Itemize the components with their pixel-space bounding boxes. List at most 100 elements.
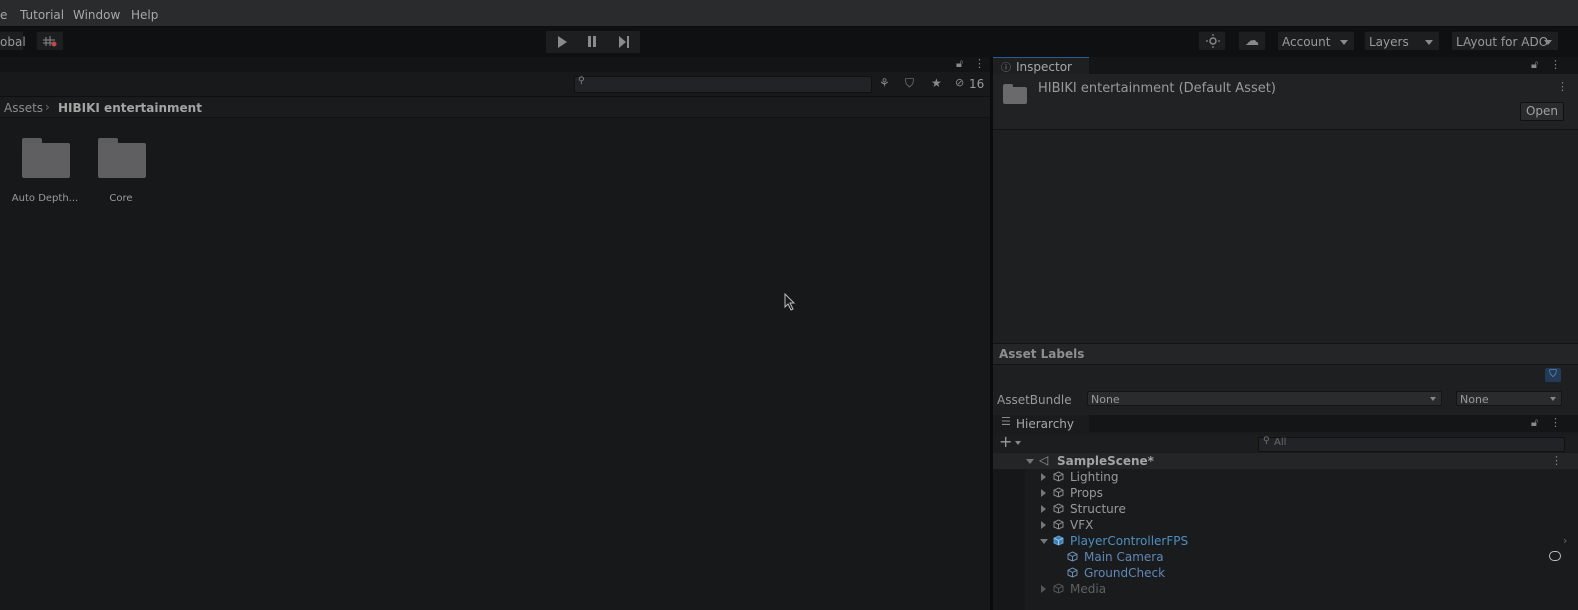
assetbundle-select[interactable]: None [1087,391,1442,406]
favorites-star-icon[interactable]: ★ [931,76,942,90]
hidden-packages-icon[interactable]: ⊘ [955,76,964,89]
hierarchy-panel: ☰ Hierarchy 🔓︎ ⋮ + ⚲ All ◁ SampleScene* … [993,415,1578,610]
assetbundle-variant-select[interactable]: None [1456,391,1562,406]
menu-window[interactable]: Window [73,8,120,22]
breadcrumb-separator-icon: › [45,100,50,114]
inspector-header: HIBIKI entertainment (Default Asset) ⋮ O… [993,74,1578,130]
hierarchy-item[interactable]: Lighting [993,469,1578,485]
chevron-down-icon[interactable] [1015,441,1021,445]
hierarchy-item-label: PlayerControllerFPS [1070,534,1189,548]
collapse-arrow-icon[interactable] [1041,505,1046,513]
step-icon[interactable] [619,36,626,48]
folder-label[interactable]: Core [81,193,161,204]
hierarchy-toolbar: + ⚲ All [993,432,1578,452]
hierarchy-item-label: GroundCheck [1084,566,1166,580]
asset-labels-header: Asset Labels [993,343,1578,365]
hierarchy-item[interactable]: VFX [993,517,1578,533]
assetbundle-value: None [1091,393,1120,406]
label-tag-icon[interactable]: ⛉ [1545,368,1561,382]
services-button[interactable] [1198,31,1226,51]
gameobject-cube-icon [1053,583,1064,594]
asset-title: HIBIKI entertainment (Default Asset) [1038,81,1276,96]
menu-bar: e Tutorial Window Help [0,0,1578,27]
gameobject-cube-icon [1053,471,1064,482]
hierarchy-item[interactable]: Structure [993,501,1578,517]
hierarchy-search-placeholder: All [1274,437,1287,448]
hierarchy-item-label: VFX [1070,518,1094,532]
collapse-arrow-icon[interactable] [1041,489,1046,497]
project-panel: 🔓︎ ⋮ ⚲ ⚘ ⛉ ★ ⊘ 16 Assets › HIBIKI entert… [0,57,990,610]
menu-help[interactable]: Help [131,8,158,22]
prefab-cube-icon [1053,535,1064,546]
account-dropdown[interactable]: Account [1277,31,1355,51]
hierarchy-item-prefab[interactable]: PlayerControllerFPS › [993,533,1578,549]
filter-by-type-icon[interactable]: ⚘ [879,76,890,90]
assetbundle-label: AssetBundle [997,393,1072,407]
folder-label[interactable]: Auto Depth... [5,193,85,204]
filter-by-label-icon[interactable]: ⛉ [905,76,914,91]
layout-dropdown[interactable]: LAyout for ADO [1451,31,1559,51]
playmode-controls [545,30,641,54]
scene-name: SampleScene* [1057,454,1154,468]
gameobject-cube-icon [1053,503,1064,514]
breadcrumb-current[interactable]: HIBIKI entertainment [58,101,202,115]
hierarchy-item-label: Structure [1070,502,1126,516]
kebab-menu-icon[interactable]: ⋮ [1550,58,1561,71]
cloud-button[interactable]: ☁ [1238,31,1266,51]
tab-inspector[interactable]: ⓘ Inspector [993,57,1089,75]
menu-tutorial[interactable]: Tutorial [20,8,64,22]
folder-icon[interactable] [22,138,70,178]
project-tab-bar: 🔓︎ ⋮ [0,57,990,72]
breadcrumb: Assets › HIBIKI entertainment [0,97,990,118]
hierarchy-item-label: Lighting [1070,470,1119,484]
collapse-arrow-icon[interactable] [1041,473,1046,481]
layers-label: Layers [1369,35,1409,49]
grid-snap-button[interactable] [36,31,64,51]
menu-file[interactable]: e [0,8,7,22]
gameobject-cube-icon [1067,551,1078,562]
inspector-tab-label: Inspector [1016,60,1072,74]
inspector-panel: ⓘ Inspector 🔓︎ ⋮ HIBIKI entertainment (D… [993,57,1578,415]
hierarchy-item[interactable]: GroundCheck [993,565,1578,581]
chevron-right-icon[interactable]: › [1563,533,1567,549]
scene-row[interactable]: ◁ SampleScene* ⋮ [993,453,1578,469]
asset-grid: Auto Depth... Core [0,117,990,610]
kebab-menu-icon[interactable]: ⋮ [1551,453,1562,469]
lock-icon[interactable]: 🔓︎ [1531,58,1538,72]
pause-icon[interactable] [588,36,591,47]
add-plus-icon[interactable]: + [999,432,1012,451]
global-toggle-button[interactable]: obal [0,31,26,51]
collapse-arrow-icon[interactable] [1041,585,1046,593]
tab-hierarchy[interactable]: ☰ Hierarchy [993,415,1089,432]
search-icon: ⚲ [1263,436,1270,446]
gameobject-cube-icon [1053,487,1064,498]
kebab-menu-icon[interactable]: ⋮ [1557,80,1568,93]
hierarchy-search-input[interactable]: ⚲ All [1258,436,1565,452]
open-button[interactable]: Open [1520,102,1564,121]
kebab-menu-icon[interactable]: ⋮ [1550,416,1561,429]
project-search-input[interactable]: ⚲ [574,76,872,93]
hierarchy-tab-label: Hierarchy [1016,417,1075,431]
collapse-arrow-icon[interactable] [1041,521,1046,529]
lock-icon[interactable]: 🔓︎ [956,57,963,71]
kebab-menu-icon[interactable]: ⋮ [974,57,985,70]
hierarchy-item-label: Main Camera [1084,550,1164,564]
layers-dropdown[interactable]: Layers [1364,31,1440,51]
hierarchy-item[interactable]: Media [993,581,1578,597]
camera-icon[interactable] [1549,551,1561,561]
lock-icon[interactable]: 🔓︎ [1531,416,1538,430]
folder-icon [1003,84,1027,104]
hierarchy-item-label: Props [1070,486,1103,500]
folder-icon[interactable] [98,138,146,178]
expand-arrow-icon[interactable] [1026,459,1034,464]
hierarchy-item[interactable]: Props [993,485,1578,501]
breadcrumb-root[interactable]: Assets [4,101,43,115]
hierarchy-item[interactable]: Main Camera [993,549,1578,565]
expand-arrow-icon[interactable] [1040,539,1048,544]
main-toolbar: obal ☁ Account Layers LAyout for ADO [0,27,1578,57]
info-icon: ⓘ [1001,63,1011,74]
asset-labels-title: Asset Labels [999,347,1085,361]
gameobject-cube-icon [1067,567,1078,578]
open-button-label: Open [1525,104,1559,118]
play-icon[interactable] [558,36,567,48]
